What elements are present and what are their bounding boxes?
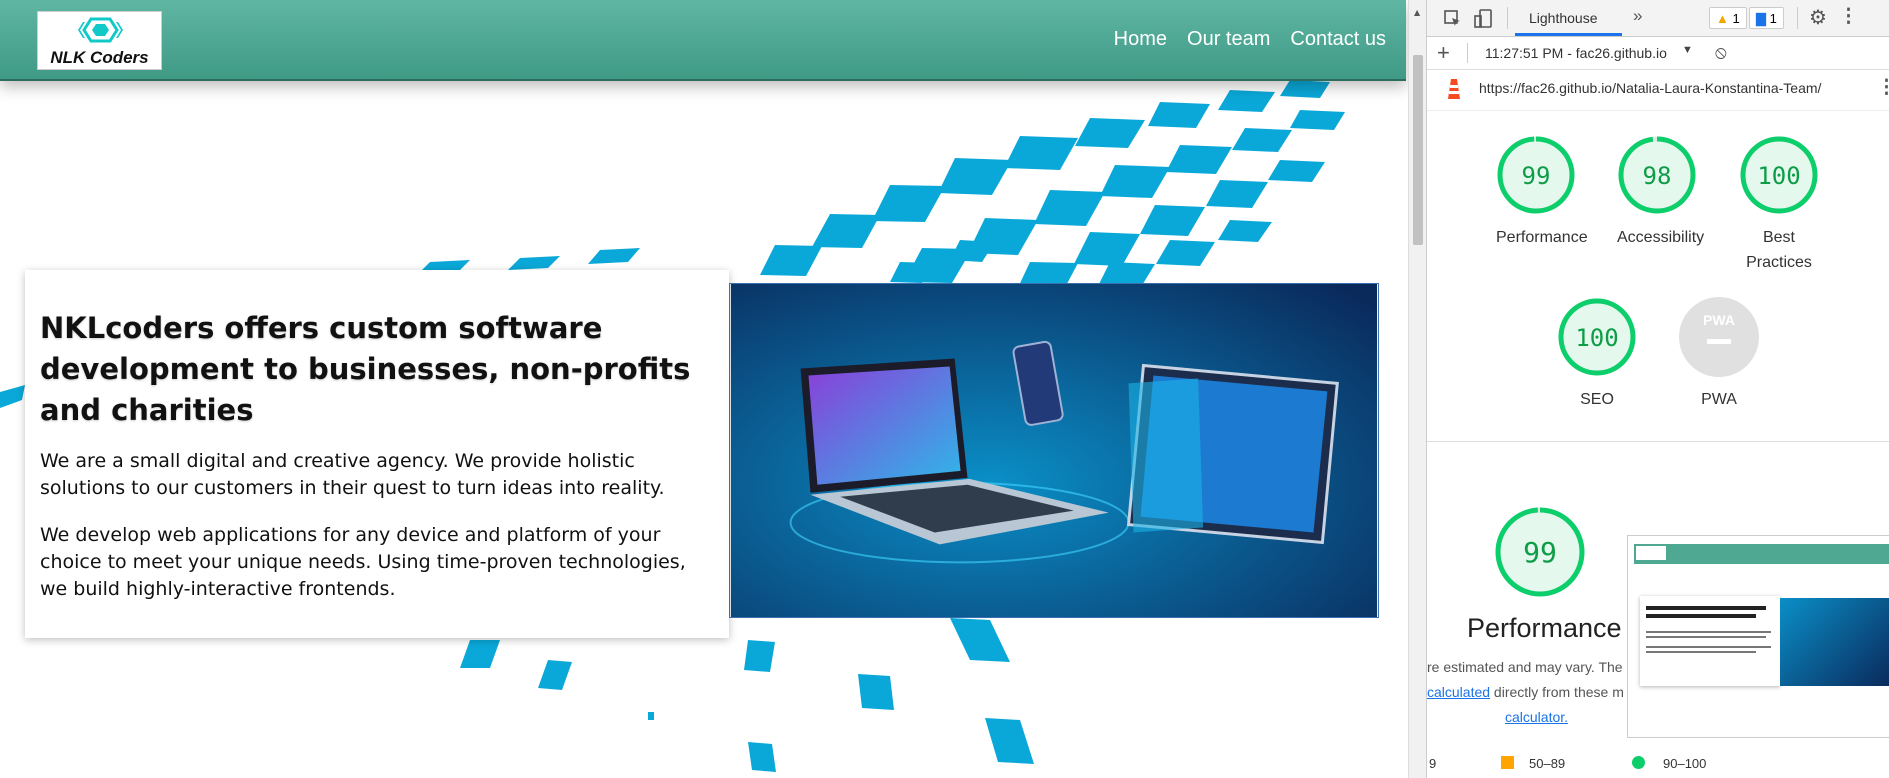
big-performance-gauge[interactable]: 99 [1494, 506, 1586, 603]
report-session-select[interactable]: 11:27:51 PM - fac26.github.io [1485, 45, 1667, 61]
messages-count: 1 [1769, 11, 1777, 26]
thumb-title-line [1646, 614, 1756, 618]
gauge-best-practices[interactable]: 100 Best Practices [1739, 135, 1819, 275]
gear-icon[interactable]: ⚙ [1809, 5, 1827, 30]
clear-reports-icon[interactable]: ⦸ [1715, 42, 1727, 63]
site-logo[interactable]: NLK Coders [37, 11, 162, 70]
inspect-element-icon[interactable] [1443, 9, 1463, 29]
hero-paragraph-1: We are a small digital and creative agen… [40, 450, 665, 499]
gauge-seo[interactable]: 100 SEO [1557, 297, 1637, 412]
gauge-value: 100 [1757, 162, 1800, 190]
legend-average-icon [1501, 756, 1514, 769]
note-text-2: directly from these m [1490, 684, 1624, 700]
gauge-ring: 99 [1497, 136, 1575, 214]
devtools-toolbar: Lighthouse » ▲ 1 ▇ 1 ⚙ ⋮ [1427, 0, 1889, 37]
scroll-up-arrow-icon[interactable]: ▲ [1414, 8, 1420, 17]
gauge-accessibility[interactable]: 98 Accessibility [1617, 135, 1705, 250]
warning-icon: ▲ [1716, 11, 1729, 26]
legend-pass-icon [1632, 756, 1645, 769]
messages-badge[interactable]: ▇ 1 [1749, 7, 1784, 29]
gauge-label: Best Practices [1746, 229, 1812, 271]
url-more-options-icon[interactable]: ⋮ [1877, 76, 1889, 99]
thumb-text-line [1646, 631, 1771, 633]
logo-hexagon-icon [78, 17, 123, 43]
hero-card: NKLcoders offers custom software develop… [25, 270, 729, 638]
legend-pass-range: 90–100 [1663, 756, 1707, 771]
scrollbar-thumb[interactable] [1413, 55, 1423, 245]
gauge-label: Performance [1496, 229, 1588, 246]
note-text-1: re estimated and may vary. The [1427, 659, 1627, 675]
report-url: https://fac26.github.io/Natalia-Laura-Ko… [1479, 80, 1822, 96]
gauge-value: 100 [1575, 324, 1618, 352]
active-tab-indicator [1515, 33, 1622, 36]
thumb-hero-image [1780, 598, 1889, 686]
nav-contact-us-link[interactable]: Contact us [1290, 28, 1386, 51]
toolbar-separator [1507, 7, 1508, 29]
calculated-link[interactable]: calculated [1427, 684, 1490, 700]
gauge-ring: 100 [1740, 136, 1818, 214]
gauge-label: Accessibility [1617, 229, 1705, 246]
logo-text: NLK Coders [50, 48, 149, 67]
gauge-label: SEO [1580, 391, 1614, 408]
lighthouse-logo-icon [1448, 79, 1460, 99]
devtools-panel: Lighthouse » ▲ 1 ▇ 1 ⚙ ⋮ + 11:27:51 PM -… [1426, 0, 1889, 778]
gauge-value: 99 [1522, 162, 1551, 190]
gauge-ring: 99 [1495, 507, 1585, 597]
main-nav: Home Our team Contact us [1114, 28, 1386, 51]
message-icon: ▇ [1756, 11, 1766, 26]
big-score-value: 99 [1523, 536, 1557, 569]
performance-note-line-2: calculated directly from these m [1427, 684, 1624, 700]
gauge-ring: 100 [1558, 298, 1636, 376]
calculator-link[interactable]: calculator. [1505, 709, 1568, 725]
toolbar-separator [1467, 43, 1468, 63]
gauge-ring: 98 [1618, 136, 1696, 214]
website-viewport: NLK Coders Home Our team Contact us NKLc… [0, 0, 1408, 778]
nav-home-link[interactable]: Home [1114, 28, 1167, 51]
hero-title: NKLcoders offers custom software develop… [40, 311, 691, 427]
gauge-performance[interactable]: 99 Performance [1496, 135, 1588, 250]
hero-paragraph-2: We develop web applications for any devi… [40, 524, 686, 600]
performance-note: re estimated and may vary. The p [1427, 659, 1634, 675]
divider [1427, 110, 1889, 111]
thumb-logo [1636, 546, 1666, 560]
gauge-value: 98 [1643, 162, 1672, 190]
tab-lighthouse[interactable]: Lighthouse [1529, 10, 1598, 26]
more-tabs-icon[interactable]: » [1633, 6, 1642, 26]
device-toolbar-icon[interactable] [1473, 9, 1493, 29]
gauge-label: PWA [1701, 391, 1737, 408]
legend-fail-range: 9 [1429, 756, 1437, 771]
add-report-icon[interactable]: + [1437, 40, 1450, 66]
page-scrollbar[interactable]: ▲ [1408, 0, 1426, 778]
toolbar-separator [1797, 7, 1798, 29]
lighthouse-report-bar: + 11:27:51 PM - fac26.github.io ▼ ⦸ [1427, 37, 1889, 70]
legend-average-range: 50–89 [1529, 756, 1566, 771]
thumb-title-line [1646, 606, 1766, 610]
pwa-badge: PWA [1679, 297, 1759, 377]
section-divider [1427, 441, 1889, 442]
thumb-header [1634, 544, 1889, 564]
site-header: NLK Coders Home Our team Contact us [0, 0, 1406, 81]
hero-devices-image [729, 283, 1379, 618]
page-screenshot-thumbnail [1627, 535, 1889, 738]
big-performance-label: Performance [1467, 613, 1622, 643]
more-options-icon[interactable]: ⋮ [1839, 5, 1858, 28]
warnings-badge[interactable]: ▲ 1 [1709, 7, 1747, 29]
thumb-text-line [1646, 636, 1766, 638]
pwa-badge-text: PWA [1703, 312, 1735, 328]
thumb-text-line [1646, 651, 1756, 653]
chevron-down-icon[interactable]: ▼ [1682, 44, 1693, 56]
nav-our-team-link[interactable]: Our team [1187, 28, 1270, 51]
thumb-text-line [1646, 646, 1771, 648]
gauge-pwa[interactable]: PWA PWA [1679, 297, 1759, 412]
warnings-count: 1 [1732, 11, 1740, 26]
